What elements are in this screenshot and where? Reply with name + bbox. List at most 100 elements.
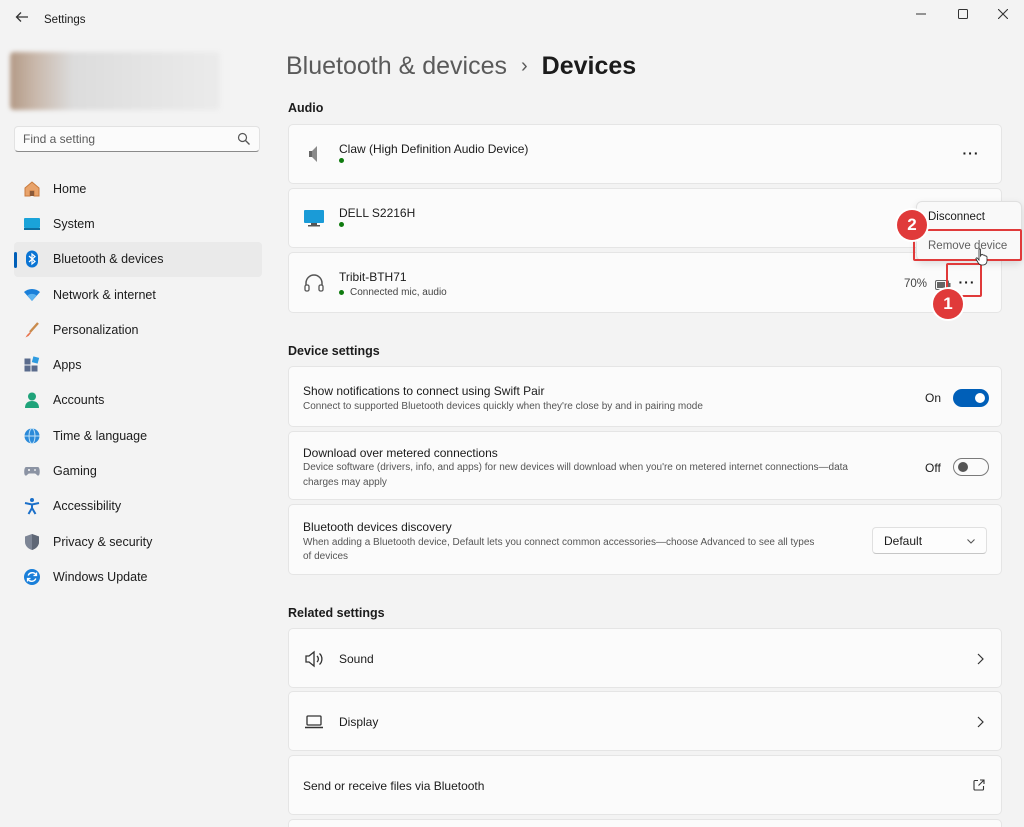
person-icon — [22, 390, 42, 410]
close-button[interactable] — [988, 6, 1018, 24]
more-options-button[interactable]: ··· — [957, 145, 985, 167]
connected-dot — [339, 158, 344, 163]
sidebar-item-time-language[interactable]: Time & language — [14, 418, 262, 453]
device-card-claw[interactable]: Claw (High Definition Audio Device) ··· — [288, 124, 1002, 184]
sidebar-item-accessibility[interactable]: Accessibility — [14, 489, 262, 524]
device-status: Connected mic, audio — [339, 287, 447, 298]
app-title: Settings — [44, 14, 86, 26]
bluetooth-icon — [22, 249, 42, 269]
setting-description-line2: charges may apply — [303, 477, 387, 488]
discovery-dropdown[interactable]: Default — [872, 527, 987, 554]
setting-description-line1: When adding a Bluetooth device, Default … — [303, 537, 815, 548]
sidebar-item-label: Network & internet — [53, 287, 156, 302]
breadcrumb: Bluetooth & devices › Devices — [286, 52, 636, 81]
sidebar-item-label: Windows Update — [53, 569, 148, 584]
setting-row-metered: Download over metered connections Device… — [288, 431, 1002, 500]
swift-pair-toggle[interactable] — [953, 389, 989, 407]
sidebar-item-label: Accessibility — [53, 499, 122, 514]
system-icon — [22, 214, 42, 234]
close-icon — [997, 8, 1009, 20]
connected-dot — [339, 290, 344, 295]
related-item-label: Send or receive files via Bluetooth — [303, 779, 485, 793]
shield-icon — [22, 532, 42, 552]
minimize-icon — [916, 13, 926, 15]
search-box[interactable] — [14, 126, 260, 152]
section-title-audio: Audio — [288, 101, 324, 115]
headphones-icon — [304, 274, 324, 292]
sidebar-item-label: Gaming — [53, 464, 97, 479]
chevron-right-icon — [977, 716, 984, 728]
setting-row-swift-pair: Show notifications to connect using Swif… — [288, 366, 1002, 427]
menu-item-disconnect[interactable]: Disconnect — [928, 211, 985, 223]
sidebar-item-personalization[interactable]: Personalization — [14, 312, 262, 347]
device-status — [339, 158, 350, 163]
dropdown-selected-value: Default — [884, 534, 923, 548]
laptop-icon — [305, 715, 323, 729]
setting-title: Download over metered connections — [303, 446, 498, 460]
sidebar-item-accounts[interactable]: Accounts — [14, 383, 262, 418]
section-title-related: Related settings — [288, 606, 385, 620]
sidebar-item-privacy[interactable]: Privacy & security — [14, 524, 262, 559]
annotation-highlight-remove — [913, 229, 1022, 261]
maximize-button[interactable] — [948, 6, 978, 24]
sidebar-nav: Home System Bluetooth & devices Network … — [14, 171, 262, 595]
toggle-knob — [958, 462, 968, 472]
device-name: Tribit-BTH71 — [339, 270, 407, 284]
hand-cursor-icon — [975, 248, 988, 266]
chevron-down-icon — [967, 539, 975, 544]
accessibility-icon — [22, 496, 42, 516]
sidebar-item-gaming[interactable]: Gaming — [14, 453, 262, 488]
related-item-label: Sound — [339, 652, 374, 666]
section-title-device-settings: Device settings — [288, 344, 380, 358]
sidebar-item-label: Apps — [53, 358, 82, 373]
metered-toggle[interactable] — [953, 458, 989, 476]
search-icon — [237, 132, 250, 145]
breadcrumb-separator: › — [520, 55, 528, 77]
sidebar-item-label: System — [53, 216, 95, 231]
sidebar-item-apps[interactable]: Apps — [14, 347, 262, 382]
related-item-display[interactable]: Display — [288, 691, 1002, 751]
breadcrumb-parent[interactable]: Bluetooth & devices — [286, 52, 507, 81]
related-item-sound[interactable]: Sound — [288, 628, 1002, 688]
speaker-icon — [309, 146, 317, 162]
related-item-bluetooth-files[interactable]: Send or receive files via Bluetooth — [288, 755, 1002, 815]
setting-row-discovery: Bluetooth devices discovery When adding … — [288, 504, 1002, 575]
device-name: DELL S2216H — [339, 206, 416, 220]
sidebar-item-label: Personalization — [53, 322, 139, 337]
setting-description: Connect to supported Bluetooth devices q… — [303, 401, 703, 412]
wifi-icon — [22, 285, 42, 305]
search-input[interactable] — [23, 132, 233, 146]
apps-icon — [22, 355, 42, 375]
page-title: Devices — [541, 52, 637, 80]
chevron-right-icon — [977, 653, 984, 665]
external-link-icon — [973, 779, 985, 791]
monitor-icon — [304, 210, 324, 227]
connected-dot — [339, 222, 344, 227]
device-status — [339, 222, 350, 227]
sidebar-item-bluetooth[interactable]: Bluetooth & devices — [14, 241, 262, 277]
device-card-tribit[interactable]: Tribit-BTH71 Connected mic, audio 70% ··… — [288, 252, 1002, 313]
globe-clock-icon — [22, 426, 42, 446]
device-name: Claw (High Definition Audio Device) — [339, 142, 529, 156]
device-card-dell[interactable]: DELL S2216H — [288, 188, 1002, 248]
sidebar-item-label: Bluetooth & devices — [53, 252, 164, 267]
title-bar: Settings — [0, 0, 1024, 42]
back-button[interactable] — [12, 10, 32, 30]
setting-title: Show notifications to connect using Swif… — [303, 384, 545, 398]
gamepad-icon — [22, 461, 42, 481]
sidebar-item-network[interactable]: Network & internet — [14, 277, 262, 312]
toggle-state-label: Off — [925, 461, 941, 475]
minimize-button[interactable] — [906, 6, 936, 24]
related-item-partial — [288, 819, 1002, 827]
speaker-volume-icon — [305, 650, 323, 668]
toggle-knob — [975, 393, 985, 403]
sidebar-item-home[interactable]: Home — [14, 171, 262, 206]
sidebar-item-windows-update[interactable]: Windows Update — [14, 559, 262, 594]
device-status-text: Connected mic, audio — [350, 287, 447, 298]
sidebar-item-label: Privacy & security — [53, 534, 153, 549]
user-profile-avatar[interactable] — [10, 52, 220, 110]
annotation-badge-2: 2 — [897, 210, 927, 240]
sidebar-item-label: Home — [53, 181, 87, 196]
sidebar-item-system[interactable]: System — [14, 206, 262, 241]
brush-icon — [22, 320, 42, 340]
